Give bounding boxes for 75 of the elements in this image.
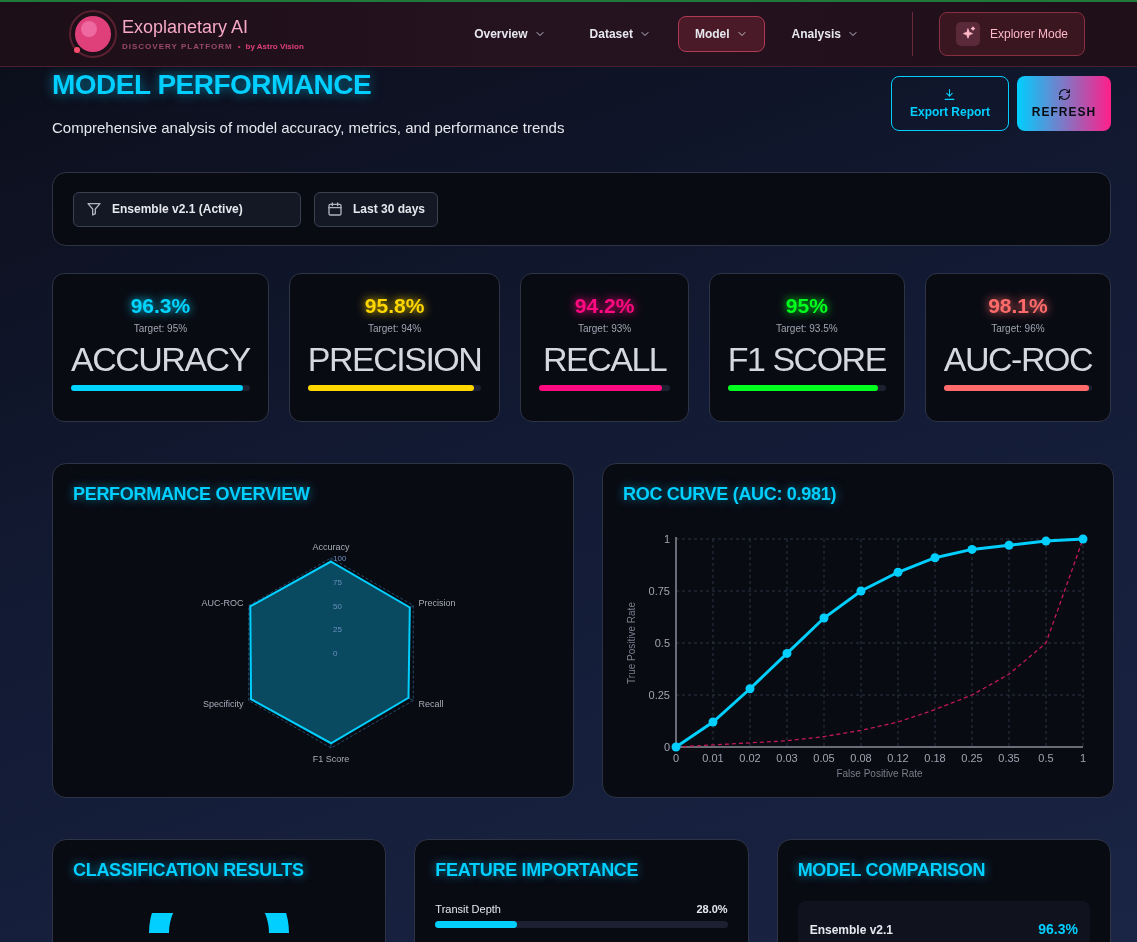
model-score: 96.3%	[1038, 921, 1078, 937]
nav-tab[interactable]: Model	[677, 16, 765, 52]
panel-title: MODEL COMPARISON	[797, 860, 987, 881]
metric-label: AUC-ROC	[943, 340, 1092, 379]
metric-target: Target: 93%	[577, 323, 632, 334]
feature-value: 28.0%	[696, 903, 728, 915]
metric-value: 96.3%	[130, 294, 191, 318]
axis-label: AUC-ROC	[201, 597, 244, 608]
panel-title: CLASSIFICATION RESULTS	[73, 860, 305, 881]
filter-icon	[86, 201, 102, 217]
tick-label: 0.75	[648, 585, 670, 597]
metric-value: 95.8%	[364, 294, 425, 318]
tick-label: 1	[1079, 752, 1087, 764]
tick-label: 0.5	[654, 637, 670, 649]
axis-title: False Positive Rate	[836, 768, 923, 779]
download-icon	[943, 88, 957, 101]
panel-title: FEATURE IMPORTANCE	[435, 860, 640, 881]
explorer-mode-button[interactable]: Explorer Mode	[938, 12, 1085, 56]
metric-target: Target: 95%	[133, 323, 188, 334]
metric-label: F1 SCORE	[727, 340, 886, 379]
axis-label: Precision	[418, 597, 456, 608]
sparkle-icon	[955, 22, 980, 46]
nav-tab[interactable]: Dataset	[572, 16, 668, 52]
tick-label: 0.5	[1038, 752, 1054, 764]
panel-title: ROC CURVE (AUC: 0.981)	[623, 484, 838, 505]
metric-target: Target: 93.5%	[775, 323, 838, 334]
tick-label: 0.35	[998, 752, 1020, 764]
feature-name: Transit Depth	[435, 903, 501, 915]
tick-label: 0.18	[924, 752, 946, 764]
axis-label: Accuracy	[312, 542, 350, 552]
metric-value: 95%	[785, 294, 828, 318]
axis-label: Recall	[418, 698, 444, 709]
tick-label: 0.05	[813, 752, 835, 764]
calendar-icon	[327, 201, 343, 217]
app-subtitle: DISCOVERY PLATFORM	[122, 42, 233, 51]
refresh-button[interactable]: REFRESH	[1017, 76, 1111, 131]
tick-label: 100	[333, 554, 347, 563]
export-button[interactable]: Export Report	[891, 76, 1009, 131]
metric-target: Target: 94%	[367, 323, 422, 334]
tick-label: 0.08	[850, 752, 872, 764]
tick-label: 0.02	[739, 752, 761, 764]
byline: by Astro Vision	[245, 42, 304, 51]
tick-label: 0	[663, 741, 670, 753]
separator-dot: •	[237, 42, 241, 51]
planet-logo-icon	[68, 9, 118, 59]
model-name: Ensemble v2.1	[809, 923, 894, 937]
metric-label: RECALL	[542, 340, 667, 379]
panel-title: PERFORMANCE OVERVIEW	[73, 484, 311, 505]
axis-label: F1 Score	[312, 754, 350, 764]
page-title: MODEL PERFORMANCE	[52, 69, 373, 101]
tick-label: 0.25	[648, 689, 670, 701]
metric-target: Target: 96%	[991, 323, 1045, 334]
date-range-selector[interactable]: Last 30 days	[314, 191, 439, 227]
metric-label: ACCURACY	[71, 340, 250, 379]
page-subtitle: Comprehensive analysis of model accuracy, metrics, and performance trends	[52, 119, 565, 136]
tick-label: 75	[333, 577, 342, 587]
tick-label: 50	[333, 601, 342, 611]
model-selector[interactable]: Ensemble v2.1 (Active)	[73, 191, 301, 227]
nav-tab[interactable]: Overview	[457, 16, 563, 52]
nav-tab[interactable]: Analysis	[774, 16, 876, 52]
tick-label: 0.25	[961, 752, 983, 764]
metric-value: 94.2%	[574, 294, 635, 318]
tick-label: 0	[672, 752, 680, 764]
tick-label: 25	[333, 625, 342, 635]
refresh-icon	[1057, 88, 1071, 101]
app-title: Exoplanetary AI	[122, 17, 250, 38]
tick-label: 0.01	[702, 752, 724, 764]
tick-label: 0.03	[776, 752, 798, 764]
tick-label: 0	[333, 649, 338, 658]
metric-value: 98.1%	[988, 294, 1048, 318]
tick-label: 1	[663, 533, 670, 545]
metric-label: PRECISION	[307, 340, 482, 379]
axis-title: True Positive Rate	[626, 602, 637, 684]
tick-label: 0.12	[887, 752, 909, 764]
axis-label: Specificity	[203, 698, 244, 709]
